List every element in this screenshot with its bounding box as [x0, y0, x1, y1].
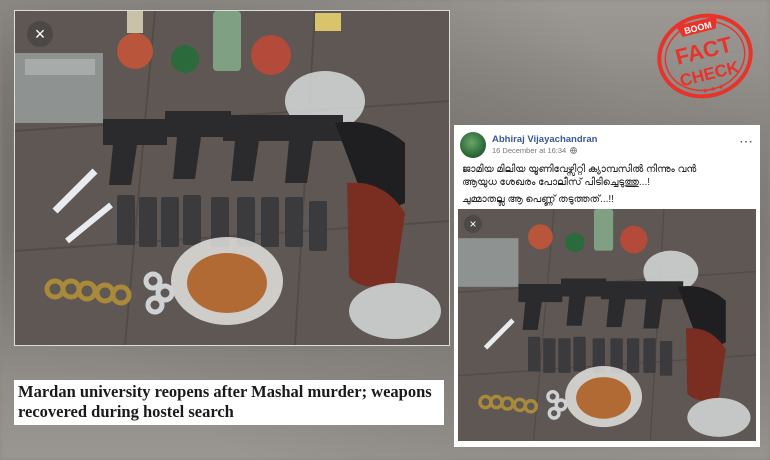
news-photo: × — [14, 10, 450, 346]
caption-line-2: recovered during hostel search — [18, 402, 234, 421]
post-text-line-3: ചുമ്മാതല്ല ആ പെണ്ണ് തടുത്തത്...!! — [462, 194, 614, 205]
post-timestamp[interactable]: 16 December at 16:34 — [492, 146, 739, 156]
boom-fact-check-stamp: BOOM FACT CHECK ★ ★ ★ — [657, 13, 753, 99]
weapons-photo-illustration — [458, 209, 756, 441]
close-icon[interactable]: × — [27, 21, 53, 47]
weapons-photo-illustration — [15, 11, 449, 345]
post-text-line-2: ആയുധ ശേഖരം പോലീസ് പിടിച്ചെടുത്തു...! — [462, 177, 651, 188]
news-caption: Mardan university reopens after Mashal m… — [14, 380, 444, 425]
close-icon[interactable]: × — [464, 215, 482, 233]
caption-line-1: Mardan university reopens after Mashal m… — [18, 382, 432, 401]
post-photo[interactable]: × — [458, 209, 756, 441]
post-meta: Abhiraj Vijayachandran 16 December at 16… — [492, 134, 739, 156]
post-text-line-1: ജാമിയ മിലിയ യൂണിവേഴ്സിറ്റി ക്യാമ്പസിൽ നി… — [462, 164, 697, 175]
more-options-icon[interactable]: ⋯ — [739, 134, 754, 148]
facebook-post: Abhiraj Vijayachandran 16 December at 16… — [454, 125, 760, 447]
avatar[interactable] — [460, 132, 486, 158]
post-author[interactable]: Abhiraj Vijayachandran — [492, 134, 739, 146]
post-text: ജാമിയ മിലിയ യൂണിവേഴ്സിറ്റി ക്യാമ്പസിൽ നി… — [462, 163, 754, 206]
globe-icon — [570, 147, 578, 154]
stamp-brand: BOOM — [683, 20, 713, 36]
post-timestamp-text: 16 December at 16:34 — [492, 146, 567, 155]
post-header: Abhiraj Vijayachandran 16 December at 16… — [460, 131, 754, 159]
